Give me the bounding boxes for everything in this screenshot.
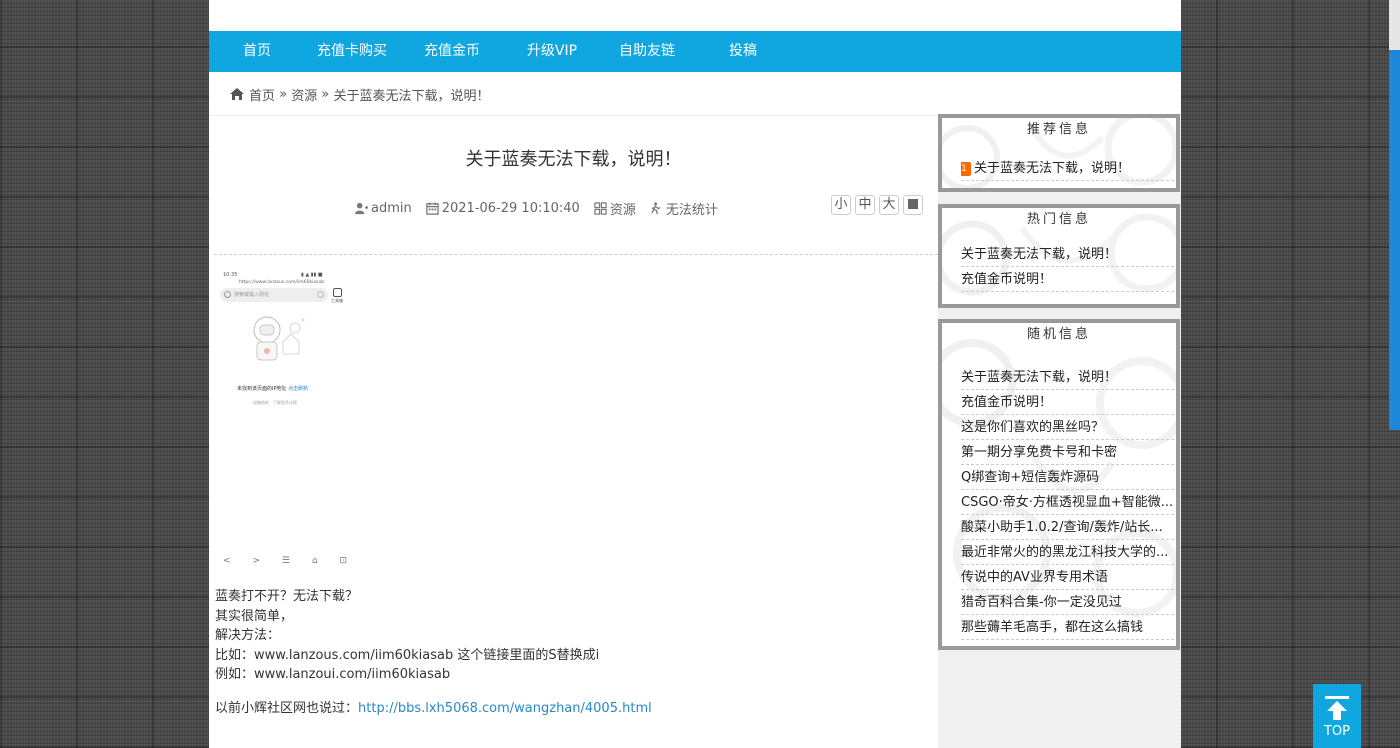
random-item[interactable]: 猎奇百科合集-你一定没见过	[961, 590, 1174, 615]
meta-date: 2021-06-29 10:10:40	[426, 201, 580, 216]
scrollbar-thumb[interactable]	[1389, 50, 1400, 430]
sidebar: 推荐信息 1 关于蓝奏无法下载，说明！ 热门信息 关于蓝奏无法下载，说明！ 充值金…	[938, 114, 1181, 748]
scrollbar-track	[1389, 0, 1400, 50]
article-screenshot: 10:35 ▮ ▲ ▮▮ ■ https://www.lanzous.com/i…	[215, 272, 355, 572]
meta-category: 资源	[594, 199, 636, 218]
calendar-icon	[426, 202, 439, 215]
back-to-top-button[interactable]: TOP	[1313, 684, 1361, 748]
recommended-box: 推荐信息 1 关于蓝奏无法下载，说明！	[938, 114, 1180, 192]
random-title: 随机信息	[1026, 327, 1091, 342]
recommended-title: 推荐信息	[1026, 122, 1091, 137]
tabs-icon: ⊡	[339, 556, 347, 566]
font-large-button[interactable]: 大	[879, 195, 899, 215]
font-small-button[interactable]: 小	[831, 195, 851, 215]
breadcrumb-separator: »	[279, 86, 288, 102]
menu-icon: ☰	[281, 556, 290, 566]
font-reset-button[interactable]	[903, 195, 923, 215]
square-icon	[908, 198, 918, 209]
nav-buy-card[interactable]: 充值卡购买	[305, 31, 399, 72]
home-icon	[230, 88, 244, 100]
article-divider	[214, 254, 938, 255]
body-line: 蓝奏打不开？无法下载？	[215, 589, 359, 604]
shot-time: 10:35	[223, 272, 238, 278]
meta-views: 无法统计	[650, 199, 718, 218]
shot-scan-icon	[317, 291, 324, 298]
breadcrumb-category[interactable]: 资源	[291, 85, 317, 104]
hot-item[interactable]: 关于蓝奏无法下载，说明！	[961, 242, 1174, 267]
recommended-item[interactable]: 1 关于蓝奏无法下载，说明！	[961, 156, 1174, 181]
top-bar	[209, 0, 1181, 31]
page-container: 首页 充值卡购买 充值金币 升级VIP 自助友链 投稿 首页 » 资源 » 关于…	[209, 0, 1181, 748]
back-to-top-label: TOP	[1323, 724, 1350, 739]
article-body: 蓝奏打不开？无法下载？ 其实很简单， 解决方法： 比如：www.lanzous.…	[215, 587, 652, 718]
breadcrumb-home[interactable]: 首页	[249, 85, 275, 104]
hot-title: 热门信息	[1026, 212, 1091, 227]
random-item[interactable]: Q绑查询+短信轰炸源码	[961, 465, 1174, 490]
grid-icon	[594, 202, 607, 215]
walker-icon	[651, 202, 661, 215]
forward-icon: >	[252, 556, 260, 566]
article-main: 关于蓝奏无法下载，说明！ admin 2021-06-29 10:10:40 资…	[209, 115, 938, 716]
breadcrumb-current: 关于蓝奏无法下载，说明！	[333, 88, 490, 104]
shot-search-placeholder: 搜索或输入网址	[234, 292, 270, 298]
body-line: 其实很简单，	[215, 608, 294, 624]
shot-search-bar: 搜索或输入网址	[220, 288, 328, 302]
hot-item[interactable]: 充值金币说明！	[961, 267, 1174, 292]
random-item[interactable]: 充值金币说明！	[961, 390, 1174, 415]
shot-error-text: 未找到该页面的IP地址 点击刷新	[237, 386, 309, 392]
home-outline-icon: ⌂	[311, 556, 318, 566]
font-medium-button[interactable]: 中	[855, 195, 875, 215]
meta-author: admin	[355, 201, 412, 216]
hot-box: 热门信息 关于蓝奏无法下载，说明！ 充值金币说明！	[938, 204, 1180, 308]
breadcrumb: 首页 » 资源 » 关于蓝奏无法下载，说明！	[209, 73, 1181, 116]
shot-tab-label: 工具箱	[331, 298, 343, 303]
forum-link[interactable]: http://bbs.lxh5068.com/wangzhan/4005.htm…	[358, 701, 652, 716]
nav-friend-links[interactable]: 自助友链	[599, 31, 695, 72]
nav-recharge-coins[interactable]: 充值金币	[399, 31, 505, 72]
article-meta: admin 2021-06-29 10:10:40 资源 无法统计 小 中 大	[209, 195, 938, 219]
body-footer: 以前小辉社区网也说过：http://bbs.lxh5068.com/wangzh…	[215, 700, 652, 716]
random-item[interactable]: 最近非常火的的黑龙江科技大学的...	[961, 540, 1174, 565]
random-item[interactable]: CSGO·帝女·方框透视显血+智能微...	[961, 490, 1174, 515]
rank-badge: 1	[961, 162, 971, 176]
font-size-switcher: 小 中 大	[831, 195, 923, 215]
shot-astronaut-icon	[253, 316, 305, 361]
nav-upgrade-vip[interactable]: 升级VIP	[505, 31, 599, 72]
random-box: 随机信息 关于蓝奏无法下载，说明！ 充值金币说明！ 这是你们喜欢的黑丝吗？ 第一…	[938, 319, 1180, 650]
arrow-up-icon	[1325, 696, 1349, 720]
random-item[interactable]: 酸菜小助手1.0.2/查询/轰炸/站长...	[961, 515, 1174, 540]
body-line: 例如：www.lanzoui.com/iim60kiasab	[215, 667, 451, 682]
body-line: 比如：www.lanzous.com/iim60kiasab 这个链接里面的S替…	[215, 647, 600, 663]
breadcrumb-separator: »	[321, 86, 330, 102]
article-title: 关于蓝奏无法下载，说明！	[465, 149, 682, 170]
shot-search-icon	[224, 291, 231, 298]
main-nav: 首页 充值卡购买 充值金币 升级VIP 自助友链 投稿	[209, 31, 1181, 72]
shot-bottom-bar: < > ☰ ⌂ ⊡	[223, 556, 347, 566]
shot-sub-text: 轻触刷新 · 了解更多详情	[253, 400, 297, 405]
random-item[interactable]: 这是你们喜欢的黑丝吗？	[961, 415, 1174, 440]
random-item[interactable]: 关于蓝奏无法下载，说明！	[961, 365, 1174, 390]
shot-toolbox-icon	[333, 288, 342, 297]
body-line: 解决方法：	[215, 628, 281, 643]
random-item[interactable]: 那些薅羊毛高手，都在这么搞钱	[961, 615, 1174, 640]
user-add-icon	[355, 202, 368, 215]
random-item[interactable]: 传说中的AV业界专用术语	[961, 565, 1174, 590]
random-item[interactable]: 第一期分享免费卡号和卡密	[961, 440, 1174, 465]
back-icon: <	[223, 556, 231, 566]
nav-home[interactable]: 首页	[209, 31, 305, 72]
nav-submit[interactable]: 投稿	[695, 31, 791, 72]
shot-status-icons: ▮ ▲ ▮▮ ■	[301, 272, 323, 278]
shot-url: https://www.lanzous.com/iim60kiasab	[239, 280, 325, 285]
